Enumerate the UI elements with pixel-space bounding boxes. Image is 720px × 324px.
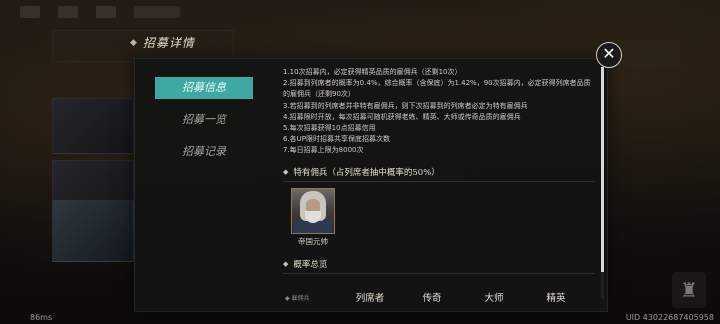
rules-list: 1.10次招募内，必定获得精英品质的雇佣兵（还剩10次） 2.招募到列席者的概率… <box>283 67 595 157</box>
close-icon[interactable]: ✕ <box>596 42 622 68</box>
uid-readout: UID 43022687405958 <box>625 313 714 322</box>
featured-section-header: ◆ 特有佣兵（占列席者抽中概率的50%） <box>283 163 595 182</box>
column-header-master: 大师 <box>484 293 504 304</box>
column-header-elite: 精英 <box>546 293 566 304</box>
diamond-bullet-icon: ◆ <box>283 259 289 268</box>
column-header-legend: 传奇 <box>422 293 442 304</box>
featured-section-title: 特有佣兵（占列席者抽中概率的50%） <box>293 167 440 178</box>
unit-name: 帝国元帅 <box>298 236 328 246</box>
rule-item: 7.每日招募上限为8000次 <box>283 146 364 155</box>
tab-recruit-info[interactable]: 招募信息 <box>155 77 253 99</box>
probability-hint: ◆ 雇佣兵 <box>285 294 310 302</box>
tab-recruit-overview[interactable]: 招募一览 <box>155 109 253 131</box>
column-header-lieshi: 列席者 <box>355 293 385 304</box>
rule-item: 2.招募到列席者的概率为0.4%，综合概率（含保底）为1.42%，90次招募内，… <box>283 79 591 99</box>
diamond-bullet-icon: ◆ <box>283 167 289 176</box>
rule-item: 1.10次招募内，必定获得精英品质的雇佣兵（还剩10次） <box>283 68 462 76</box>
rule-item: 5.每次招募获得10点招募信用 <box>283 124 376 133</box>
recruit-details-modal: 招募信息 招募一览 招募记录 1.10次招募内，必定获得精英品质的雇佣兵（还剩1… <box>134 58 608 312</box>
scrollbar-thumb[interactable] <box>601 67 604 272</box>
modal-title: 招募详情 <box>142 36 195 50</box>
tab-recruit-history[interactable]: 招募记录 <box>155 141 253 163</box>
recruit-info-content[interactable]: 1.10次招募内，必定获得精英品质的雇佣兵（还剩10次） 2.招募到列席者的概率… <box>283 67 595 307</box>
probability-section-title: 概率总览 <box>293 259 328 270</box>
probability-table-header: ◆ 雇佣兵 列席者 传奇 大师 精英 <box>283 287 595 307</box>
chevron-left-icon: ◆ <box>130 37 137 48</box>
modal-header: ◆ 招募详情 <box>130 34 195 51</box>
side-tab-list: 招募信息 招募一览 招募记录 <box>155 77 253 163</box>
featured-unit-card[interactable]: 帝国元帅 <box>291 187 335 247</box>
rule-item: 3.若招募到的列席者并非特有雇佣兵，则下次招募到的列席者必定为特有雇佣兵 <box>283 101 528 110</box>
ping-readout: 86ms <box>30 313 53 322</box>
probability-section-header: ◆ 概率总览 <box>283 255 595 274</box>
unit-portrait <box>291 187 335 234</box>
rule-item: 6.各UP限时招募共享保底招募次数 <box>283 135 391 144</box>
rule-item: 4.招募限时开放，每次招募可随机获得老练、精英、大师或传奇品质的雇佣兵 <box>283 112 521 121</box>
